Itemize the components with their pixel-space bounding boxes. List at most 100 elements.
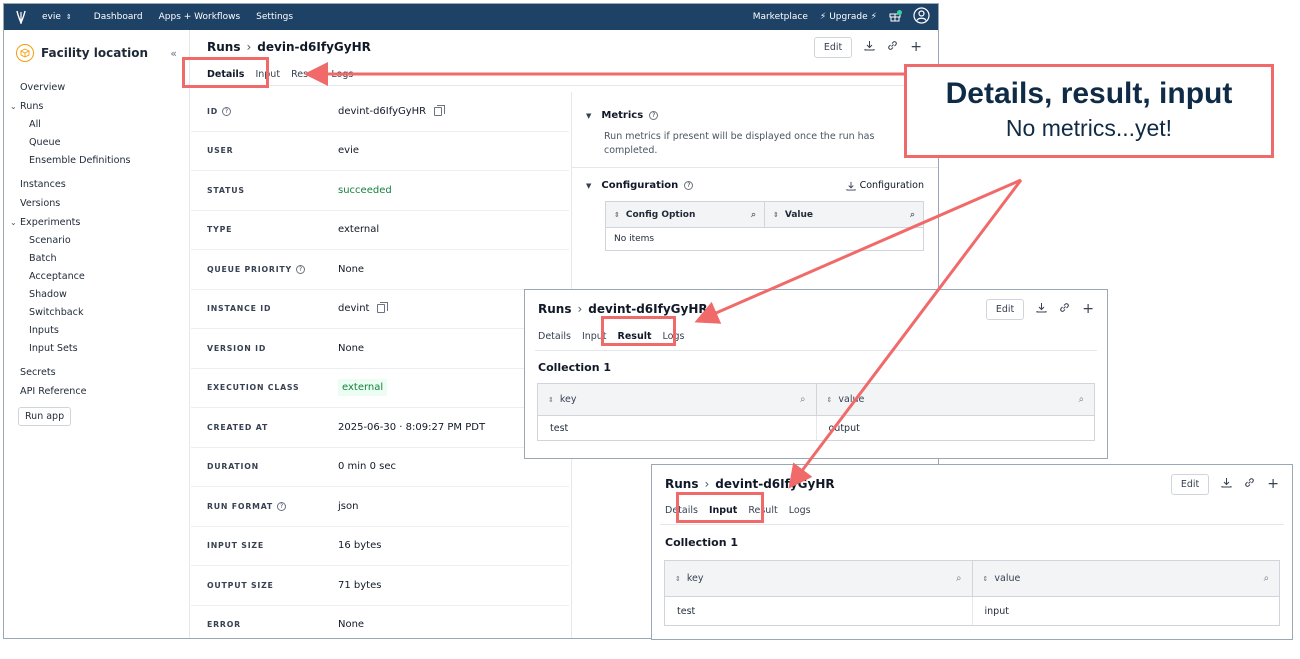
detail-value: external: [338, 224, 380, 236]
execution-class-badge: external: [338, 379, 388, 397]
sidebar-item-input-sets[interactable]: Input Sets: [4, 340, 189, 358]
column-key[interactable]: ⇕ key ⌕: [665, 561, 972, 596]
table-row: test input: [665, 597, 1279, 625]
top-nav: evie ⇕ Dashboard Apps + Workflows Settin…: [4, 4, 938, 30]
sidebar-app-header: Facility location «: [4, 42, 189, 64]
detail-label: RUN FORMAT: [207, 501, 274, 511]
link-icon[interactable]: [1244, 477, 1255, 491]
nav-dashboard[interactable]: Dashboard: [94, 12, 143, 22]
user-avatar-icon[interactable]: [913, 7, 930, 27]
sidebar-item-batch[interactable]: Batch: [4, 250, 189, 268]
sidebar-group-label: Experiments: [20, 217, 81, 228]
page-title: devint-d6IfyGyHR: [715, 477, 835, 491]
breadcrumb-runs[interactable]: Runs: [207, 40, 240, 54]
help-icon[interactable]: ?: [277, 501, 287, 511]
edit-button[interactable]: Edit: [813, 36, 853, 58]
metrics-section-toggle[interactable]: ▼ Metrics ?: [572, 110, 938, 121]
sidebar-item-instances[interactable]: Instances: [4, 175, 189, 194]
detail-value: json: [338, 500, 359, 512]
details-list: ID? devint-d6IfyGyHR USER evie STATUS succe…: [191, 92, 569, 638]
search-icon[interactable]: ⌕: [956, 573, 961, 584]
download-icon[interactable]: [1221, 477, 1232, 491]
plus-icon[interactable]: +: [1267, 476, 1279, 492]
sidebar-item-switchback[interactable]: Switchback: [4, 304, 189, 322]
detail-value: 0 min 0 sec: [338, 461, 396, 473]
help-icon[interactable]: ?: [684, 181, 694, 190]
details-tab-highlight: [182, 57, 269, 88]
account-switcher[interactable]: evie ⇕: [42, 12, 72, 22]
help-icon[interactable]: ?: [649, 111, 659, 120]
result-window: Runs › devint-d6IfyGyHR Edit + Details I…: [524, 289, 1108, 459]
cell-key: test: [550, 422, 569, 434]
nav-settings[interactable]: Settings: [256, 12, 293, 22]
detail-row-status: STATUS succeeded: [191, 171, 569, 211]
nav-apps-workflows[interactable]: Apps + Workflows: [159, 12, 241, 22]
collapse-sidebar-icon[interactable]: «: [170, 47, 177, 60]
column-value[interactable]: ⇕ value ⌕: [971, 561, 1280, 596]
run-tabs: Details Input Result Logs: [191, 64, 938, 86]
detail-label: ID: [207, 106, 218, 116]
search-icon[interactable]: ⌕: [800, 394, 805, 405]
copy-icon[interactable]: [377, 302, 389, 314]
configuration-title: Configuration: [601, 180, 679, 191]
sidebar-item-acceptance[interactable]: Acceptance: [4, 268, 189, 286]
detail-label: ERROR: [207, 620, 241, 630]
download-icon[interactable]: [864, 40, 875, 54]
nextmv-logo-icon[interactable]: [12, 8, 30, 26]
sidebar-item-shadow[interactable]: Shadow: [4, 286, 189, 304]
detail-label: OUTPUT SIZE: [207, 580, 274, 590]
config-col-value[interactable]: ⇕ Value ⌕: [764, 202, 923, 227]
tab-result[interactable]: Result: [291, 69, 320, 80]
sort-icon: ⇕: [548, 395, 554, 404]
edit-button[interactable]: Edit: [1170, 473, 1210, 495]
tab-details[interactable]: Details: [538, 331, 571, 342]
breadcrumb-runs[interactable]: Runs: [538, 302, 571, 316]
download-icon[interactable]: [1036, 302, 1047, 316]
config-table: ⇕ Config Option ⌕ ⇕ Value ⌕ No items: [605, 201, 924, 251]
configuration-section-toggle[interactable]: ▼ Configuration ? Configuration: [572, 180, 938, 191]
edit-button[interactable]: Edit: [985, 298, 1025, 320]
config-col-option[interactable]: ⇕ Config Option ⌕: [606, 202, 764, 227]
help-icon[interactable]: ?: [295, 264, 305, 274]
gift-icon[interactable]: [889, 9, 902, 25]
sidebar-item-runs-all[interactable]: All: [4, 116, 189, 134]
app-name: Facility location: [41, 46, 148, 60]
nav-marketplace[interactable]: Marketplace: [753, 12, 808, 22]
detail-value: 16 bytes: [338, 540, 382, 552]
column-value[interactable]: ⇕ value ⌕: [815, 384, 1095, 415]
detail-row-created-at: CREATED AT 2025-06-30 · 8:09:27 PM PDT: [191, 408, 569, 448]
search-icon[interactable]: ⌕: [1079, 394, 1084, 405]
sidebar-item-versions[interactable]: Versions: [4, 194, 189, 213]
download-configuration-button[interactable]: Configuration: [846, 180, 924, 191]
search-icon[interactable]: ⌕: [751, 210, 756, 220]
tab-logs[interactable]: Logs: [789, 505, 811, 516]
sidebar-group-experiments[interactable]: ⌄ Experiments: [4, 213, 189, 232]
run-app-button[interactable]: Run app: [18, 407, 72, 426]
cell-key: test: [677, 605, 696, 617]
sidebar-item-queue[interactable]: Queue: [4, 134, 189, 152]
search-icon[interactable]: ⌕: [1264, 573, 1269, 584]
sort-icon: ⇕: [826, 395, 833, 404]
copy-icon[interactable]: [434, 104, 446, 116]
plus-icon[interactable]: +: [910, 39, 922, 55]
detail-label: DURATION: [207, 462, 260, 472]
help-icon[interactable]: ?: [221, 106, 231, 116]
column-key[interactable]: ⇕ key ⌕: [538, 384, 816, 415]
tab-logs[interactable]: Logs: [331, 69, 353, 80]
detail-row-queue-priority: QUEUE PRIORITY? None: [191, 250, 569, 290]
sidebar-item-inputs[interactable]: Inputs: [4, 322, 189, 340]
link-icon[interactable]: [887, 40, 898, 54]
link-icon[interactable]: [1059, 302, 1070, 316]
breadcrumb-runs[interactable]: Runs: [665, 477, 698, 491]
sidebar-item-scenario[interactable]: Scenario: [4, 232, 189, 250]
detail-label: QUEUE PRIORITY: [207, 264, 292, 274]
sidebar-item-overview[interactable]: Overview: [4, 78, 189, 97]
upgrade-button[interactable]: ⚡ Upgrade ⚡: [820, 12, 877, 22]
sidebar-item-secrets[interactable]: Secrets: [4, 363, 189, 382]
search-icon[interactable]: ⌕: [910, 210, 915, 220]
page-title: devin-d6IfyGyHR: [257, 40, 371, 54]
sidebar-group-runs[interactable]: ⌄ Runs: [4, 97, 189, 116]
sidebar-item-api-reference[interactable]: API Reference: [4, 382, 189, 401]
plus-icon[interactable]: +: [1082, 301, 1094, 317]
sidebar-item-ensemble-definitions[interactable]: Ensemble Definitions: [4, 152, 189, 170]
